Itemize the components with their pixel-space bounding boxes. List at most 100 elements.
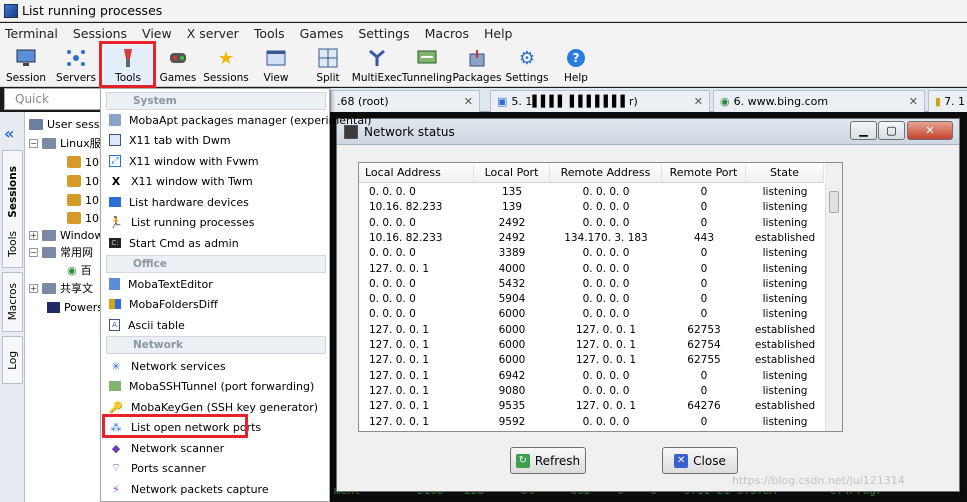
table-row[interactable]: 10.16. 82.233 2492 134.170. 3. 183 443 estab… <box>359 231 824 246</box>
collapse-arrow-icon[interactable]: « <box>4 124 14 143</box>
split-button[interactable]: Split <box>308 45 348 87</box>
expand-icon[interactable]: + <box>29 283 38 293</box>
table-row[interactable]: 127. 0. 0. 1 6000 127. 0. 0. 1 62753 establi… <box>359 323 824 338</box>
settings-button[interactable]: ⚙ Settings <box>504 45 550 87</box>
menu-item-network-scanner[interactable]: ◆ Network scanner <box>109 439 224 457</box>
tree-item[interactable]: 10. <box>67 153 103 171</box>
tab-session-7[interactable]: ▮ 7. 1 <box>928 90 967 112</box>
col-local-address[interactable]: Local Address <box>359 163 474 183</box>
menu-terminal[interactable]: Terminal <box>5 26 58 41</box>
collapse-icon[interactable]: − <box>29 247 38 257</box>
col-local-port[interactable]: Local Port <box>474 163 550 183</box>
expand-icon[interactable]: + <box>29 230 38 240</box>
tree-root[interactable]: User session <box>29 115 105 133</box>
table-row[interactable]: 127. 0. 0. 1 9535 127. 0. 0. 1 64276 establi… <box>359 399 824 414</box>
sessions-button[interactable]: ★ Sessions <box>203 45 249 87</box>
scrollbar-thumb[interactable] <box>829 191 839 213</box>
table-scrollbar[interactable] <box>825 183 842 431</box>
table-row[interactable]: 127. 0. 0. 1 6942 0. 0. 0. 0 0 listening <box>359 369 824 384</box>
menu-x-server[interactable]: X server <box>187 26 239 41</box>
table-row[interactable]: 0. 0. 0. 0 2492 0. 0. 0. 0 0 listening <box>359 216 824 231</box>
tree-folder[interactable]: + 共享文 <box>29 279 93 297</box>
tunneling-button[interactable]: Tunneling <box>402 45 452 87</box>
table-row[interactable]: 0. 0. 0. 0 135 0. 0. 0. 0 0 listening <box>359 185 824 200</box>
side-tab-macros[interactable]: Macros <box>2 272 23 332</box>
menu-item-packet-capture[interactable]: ⚡ Network packets capture <box>109 480 268 498</box>
refresh-button[interactable]: ↻ Refresh <box>510 447 586 474</box>
table-row[interactable]: 127. 0. 0. 1146000. 0. 0. 00listening <box>359 430 824 432</box>
menu-item-cmd-admin[interactable]: C: Start Cmd as admin <box>109 234 239 252</box>
close-window-button[interactable]: ✕ <box>907 121 953 140</box>
table-row[interactable]: 10.16. 82.233 139 0. 0. 0. 0 0 listening <box>359 200 824 215</box>
table-cell: listening <box>762 415 808 428</box>
table-cell: 127. 0. 0. 1 <box>369 415 430 428</box>
menu-item-hardware[interactable]: List hardware devices <box>109 193 249 211</box>
col-state[interactable]: State <box>746 163 824 183</box>
servers-button[interactable]: Servers <box>56 45 96 87</box>
tree-item[interactable]: 10. <box>67 191 103 209</box>
table-row[interactable]: 0. 0. 0. 0 3389 0. 0. 0. 0 0 listening <box>359 246 824 261</box>
menu-item-ssh-tunnel[interactable]: MobaSSHTunnel (port forwarding) <box>109 377 314 395</box>
menu-item-mobaapt[interactable]: MobaApt packages manager (experimental) <box>109 111 371 129</box>
tree-folder[interactable]: + Window <box>29 226 103 244</box>
table-cell: 5904 <box>498 293 526 306</box>
table-row[interactable]: 127. 0. 0. 1 6000 127. 0. 0. 1 62755 establi… <box>359 353 824 368</box>
view-button[interactable]: View <box>256 45 296 87</box>
tab-session-6[interactable]: ◉ 6. www.bing.com ✕ <box>713 90 925 112</box>
menu-item-text-editor[interactable]: MobaTextEditor <box>109 275 213 293</box>
menu-item-folders-diff[interactable]: MobaFoldersDiff <box>109 295 218 313</box>
menu-games[interactable]: Games <box>300 26 344 41</box>
games-button[interactable]: Games <box>158 45 198 87</box>
table-row[interactable]: 0. 0. 0. 0 6000 0. 0. 0. 0 0 listening <box>359 307 824 322</box>
tree-folder[interactable]: − Linux服 <box>29 134 101 152</box>
minimize-button[interactable]: ▁ <box>850 121 877 140</box>
menu-item-x11-fvwm[interactable]: ⤢ X11 window with Fvwm <box>109 152 259 170</box>
table-row[interactable]: 127. 0. 0. 1 9080 0. 0. 0. 0 0 listening <box>359 384 824 399</box>
tree-item[interactable]: 10. <box>67 172 103 190</box>
collapse-icon[interactable]: − <box>29 138 38 148</box>
tab-session-5[interactable]: ▣ 5. 1▌▌▌▌ ▌▌▌▌▌▌▌r) ✕ <box>490 90 710 112</box>
menu-item-ports-scanner[interactable]: ⌔ Ports scanner <box>109 459 206 477</box>
menu-item-processes[interactable]: 🏃 List running processes <box>109 213 254 231</box>
side-tab-tools[interactable]: Tools <box>2 220 23 268</box>
table-row[interactable]: 127. 0. 0. 1 9592 0. 0. 0. 0 0 listening <box>359 415 824 430</box>
close-icon[interactable]: ✕ <box>694 95 703 108</box>
tab-label: 6. www.bing.com <box>733 95 829 108</box>
tab-session-root[interactable]: .68 (root) ✕ <box>330 90 480 112</box>
table-row[interactable]: 127. 0. 0. 1 6000 127. 0. 0. 1 62754 establi… <box>359 338 824 353</box>
maximize-button[interactable]: ▢ <box>878 121 905 140</box>
menu-item-x11-dwm[interactable]: X11 tab with Dwm <box>109 131 231 149</box>
table-row[interactable]: 127. 0. 0. 1 4000 0. 0. 0. 0 0 listening <box>359 262 824 277</box>
network-ports-table[interactable]: Local Address Local Port Remote Address … <box>358 162 843 432</box>
close-icon[interactable]: ✕ <box>464 95 473 108</box>
quick-connect-input[interactable]: Quick connect... <box>4 88 102 126</box>
menu-item-network-services[interactable]: ✳ Network services <box>109 357 225 375</box>
help-button[interactable]: ? Help <box>556 45 596 87</box>
tree-item[interactable]: Powers <box>47 298 103 316</box>
menu-tools[interactable]: Tools <box>254 26 285 41</box>
table-row[interactable]: 0. 0. 0. 0 5904 0. 0. 0. 0 0 listening <box>359 292 824 307</box>
window-title: List running processes <box>22 3 163 18</box>
table-row[interactable]: 0. 0. 0. 0 5432 0. 0. 0. 0 0 listening <box>359 277 824 292</box>
session-button[interactable]: Session <box>6 45 46 87</box>
menu-settings[interactable]: Settings <box>358 26 409 41</box>
menu-item-ascii-table[interactable]: A Ascii table <box>109 316 185 334</box>
multiexec-button[interactable]: MultiExec <box>352 45 402 87</box>
menu-help[interactable]: Help <box>484 26 513 41</box>
tree-item[interactable]: ◉ 百 <box>67 261 92 279</box>
tree-folder[interactable]: − 常用网 <box>29 243 93 261</box>
menu-sessions[interactable]: Sessions <box>73 26 127 41</box>
menu-macros[interactable]: Macros <box>425 26 469 41</box>
close-button[interactable]: ✕ Close <box>662 447 738 474</box>
col-remote-port[interactable]: Remote Port <box>662 163 746 183</box>
packages-button[interactable]: Packages <box>453 45 502 87</box>
table-cell: 0. 0. 0. 0 <box>582 216 630 229</box>
close-icon[interactable]: ✕ <box>909 95 918 108</box>
col-remote-address[interactable]: Remote Address <box>550 163 662 183</box>
menu-item-x11-twm[interactable]: X X11 window with Twm <box>109 172 253 190</box>
tree-item-label: 共享文 <box>60 282 93 295</box>
key-icon <box>67 175 81 187</box>
tree-item[interactable]: 10. <box>67 209 103 227</box>
side-tab-log[interactable]: Log <box>2 336 23 384</box>
menu-view[interactable]: View <box>142 26 172 41</box>
